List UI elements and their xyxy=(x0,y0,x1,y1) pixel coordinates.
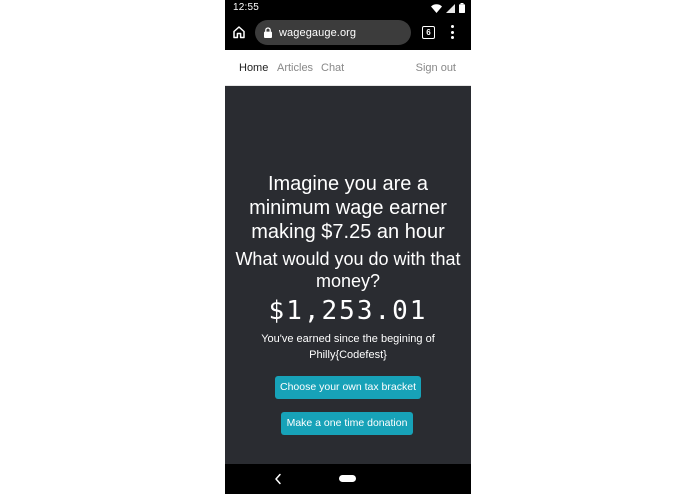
back-arrow-icon[interactable] xyxy=(274,473,282,485)
signal-icon xyxy=(446,3,455,13)
lock-icon xyxy=(264,27,272,38)
site-navbar: Home Articles Chat Sign out xyxy=(225,50,471,86)
browser-toolbar: wagegauge.org 6 xyxy=(225,16,471,50)
system-navigation-bar xyxy=(225,464,471,494)
nav-chat-link[interactable]: Chat xyxy=(321,61,344,75)
status-bar: 12:55 xyxy=(225,0,471,16)
hero-headline: Imagine you are a minimum wage earner ma… xyxy=(249,173,447,243)
address-bar[interactable]: wagegauge.org xyxy=(255,20,411,45)
more-vert-icon[interactable] xyxy=(449,25,455,39)
earned-caption: You've earned since the begining of Phil… xyxy=(261,333,435,361)
status-time: 12:55 xyxy=(233,2,260,13)
url-text: wagegauge.org xyxy=(279,26,357,39)
wifi-icon xyxy=(431,3,442,13)
earned-amount: $1,253.01 xyxy=(268,296,428,326)
choose-tax-bracket-button[interactable]: Choose your own tax bracket xyxy=(275,376,421,399)
one-time-donation-button[interactable]: Make a one time donation xyxy=(281,412,413,435)
tab-switcher-button[interactable]: 6 xyxy=(422,26,435,39)
nav-home-link[interactable]: Home xyxy=(239,61,268,75)
hero-section: Imagine you are a minimum wage earner ma… xyxy=(225,86,471,464)
phone-screen: 12:55 wagegauge.org 6 Home Articles Chat… xyxy=(225,0,471,494)
status-icons xyxy=(431,3,465,13)
sign-out-link[interactable]: Sign out xyxy=(416,61,456,75)
hero-subheadline: What would you do with that money? xyxy=(235,249,461,291)
home-icon[interactable] xyxy=(232,25,246,39)
home-gesture-pill[interactable] xyxy=(339,475,356,482)
battery-icon xyxy=(459,3,465,13)
nav-articles-link[interactable]: Articles xyxy=(277,61,313,75)
